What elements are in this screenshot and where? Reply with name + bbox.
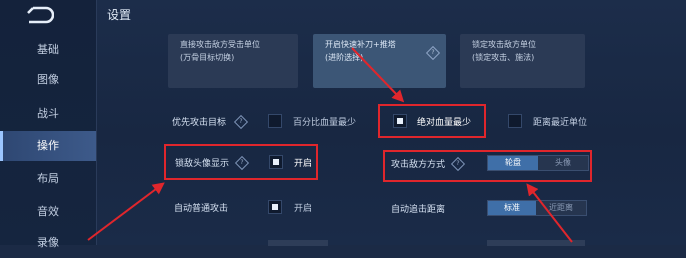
card-lock-attack[interactable]: 锁定攻击敌方单位 (锁定攻击、施法): [460, 34, 585, 88]
next-row-toggle: [487, 240, 585, 246]
sidebar-item-controls[interactable]: 操作: [0, 131, 96, 161]
sidebar-item-layout[interactable]: 布局: [0, 164, 96, 194]
sidebar-item-replay[interactable]: 录像: [0, 228, 96, 258]
card-line1: 直接攻击敌方受击单位: [180, 40, 260, 49]
auto-chase-near-button[interactable]: 近距离: [536, 201, 586, 215]
sidebar-item-combat[interactable]: 战斗: [0, 99, 96, 129]
percent-hp-label: 百分比血量最少: [293, 118, 357, 128]
card-line2: (万骨目标切换): [180, 53, 235, 62]
highlight-absolute-hp: [378, 104, 486, 138]
auto-chase-label: 自动追击距离: [391, 205, 446, 215]
sidebar-item-basic[interactable]: 基础: [0, 35, 96, 65]
card-line1: 锁定攻击敌方单位: [472, 40, 536, 49]
nearest-unit-checkbox[interactable]: [508, 114, 522, 128]
sidebar-item-graphics[interactable]: 图像: [0, 65, 96, 95]
card-line2: (锁定攻击、施法): [472, 53, 535, 62]
priority-target-label: 优先攻击目标: [172, 118, 227, 128]
next-row-control: [268, 240, 328, 246]
highlight-attack-mode: [383, 150, 592, 182]
highlight-lock-avatar: [164, 144, 318, 180]
sidebar-item-sound[interactable]: 音效: [0, 197, 96, 227]
auto-chase-toggle: 标准 近距离: [487, 200, 587, 216]
auto-attack-label: 自动普通攻击: [174, 204, 229, 214]
percent-hp-checkbox[interactable]: [268, 114, 282, 128]
page-title: 设置: [107, 8, 132, 22]
back-arrow-icon[interactable]: [24, 5, 54, 25]
card-line1: 开启快速补刀+推塔: [325, 40, 396, 49]
nearest-unit-label: 距离最近单位: [533, 118, 588, 128]
auto-attack-checkbox[interactable]: [268, 200, 282, 214]
card-direct-attack[interactable]: 直接攻击敌方受击单位 (万骨目标切换): [168, 34, 298, 88]
auto-chase-standard-button[interactable]: 标准: [488, 201, 536, 215]
card-quick-lasthit[interactable]: 开启快速补刀+推塔 (进阶选择) ?: [313, 34, 446, 88]
auto-attack-on-label: 开启: [294, 204, 313, 214]
sidebar: 基础 图像 战斗 操作 布局 音效 录像: [0, 0, 97, 249]
